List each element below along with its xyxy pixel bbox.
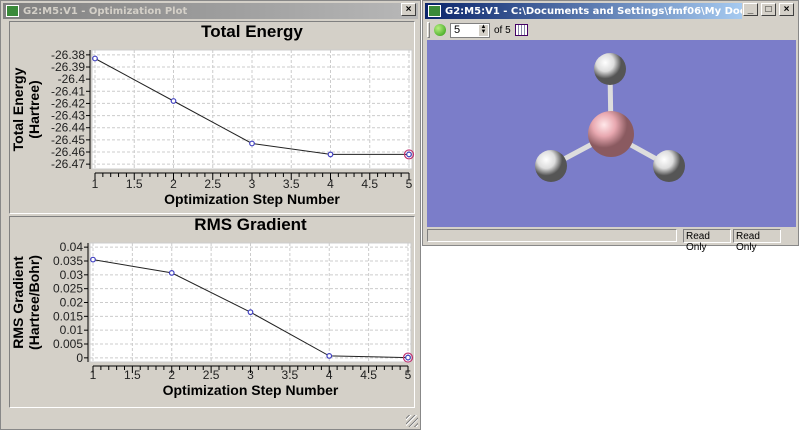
resize-grip-icon[interactable]	[406, 415, 418, 427]
gradient-y-tick-label: 0	[76, 351, 83, 365]
gradient-data-point	[326, 353, 333, 359]
optimization-plot-window: G2:M5:V1 - Optimization Plot × Total Ene…	[0, 0, 421, 430]
gradient-y-tick-label: 0.035	[53, 254, 83, 268]
gradient-y-tick-label: 0.02	[60, 296, 84, 310]
gradient-y-axis-label: (Hartree/Bohr)	[26, 255, 42, 350]
energy-data-point	[92, 55, 98, 62]
hydrogen-atom-left[interactable]	[535, 150, 567, 182]
toolbar-grip[interactable]	[427, 22, 430, 38]
animation-icon[interactable]	[514, 24, 528, 36]
energy-chart-title: Total Energy	[201, 22, 303, 41]
gradient-y-axis-label: RMS Gradient	[10, 256, 26, 349]
gradient-data-point	[405, 354, 411, 361]
gradient-data-point	[90, 256, 96, 263]
gradient-y-tick-label: 0.04	[60, 240, 84, 254]
energy-y-axis-label: (Hartree)	[26, 80, 42, 138]
spinner-arrows-icon[interactable]: ▲ ▼	[479, 24, 488, 36]
green-status-icon[interactable]	[434, 24, 446, 36]
hydrogen-atom-right[interactable]	[653, 150, 685, 182]
energy-x-axis-label: Optimization Step Number	[164, 191, 340, 207]
gradient-y-tick-label: 0.01	[60, 323, 84, 337]
status-message	[427, 229, 677, 242]
maximize-button[interactable]: □	[761, 3, 776, 16]
minimize-button[interactable]: _	[743, 3, 758, 16]
energy-data-point	[249, 140, 255, 147]
app-icon	[428, 5, 441, 17]
status-read-only-1: Read Only	[683, 229, 731, 253]
frame-count: of 5	[494, 24, 511, 36]
energy-y-tick-label: -26.47	[51, 157, 85, 171]
molecule-view[interactable]	[427, 40, 796, 227]
boron-atom[interactable]	[588, 111, 634, 157]
gradient-y-tick-label: 0.025	[53, 282, 83, 296]
energy-data-point	[327, 151, 334, 158]
gradient-x-axis-label: Optimization Step Number	[163, 382, 339, 398]
frame-spinner[interactable]: 5 ▲ ▼	[450, 22, 490, 38]
gradient-y-tick-label: 0.03	[60, 268, 84, 282]
energy-data-point	[170, 98, 177, 104]
close-button[interactable]: ×	[779, 3, 794, 16]
charts-svg: Total Energy1 1.5 2 2.5 3 3.5 4 4.5 5-26.38-26.3…	[10, 22, 415, 398]
energy-y-axis-label: Total Energy	[10, 67, 26, 151]
hydrogen-atom-top[interactable]	[594, 53, 626, 85]
molecule-svg	[535, 53, 685, 182]
gradient-y-tick-label: 0.015	[53, 309, 83, 323]
toolbar: 5 ▲ ▼ of 5	[427, 21, 543, 39]
viewer-window-title: G2:M5:V1 - C:\Documents and Settings\fmf…	[445, 5, 742, 17]
gradient-data-point	[247, 309, 254, 316]
viewer-title-bar[interactable]: G2:M5:V1 - C:\Documents and Settings\fmf…	[425, 3, 742, 19]
molecule-viewer-window: G2:M5:V1 - C:\Documents and Settings\fmf…	[422, 0, 799, 253]
frame-input[interactable]: 5	[454, 24, 460, 36]
gradient-data-point	[168, 269, 175, 276]
energy-data-point	[406, 151, 412, 158]
gradient-chart-title: RMS Gradient	[194, 215, 307, 234]
gradient-y-tick-label: 0.005	[53, 337, 83, 351]
status-read-only-2: Read Only	[733, 229, 781, 253]
